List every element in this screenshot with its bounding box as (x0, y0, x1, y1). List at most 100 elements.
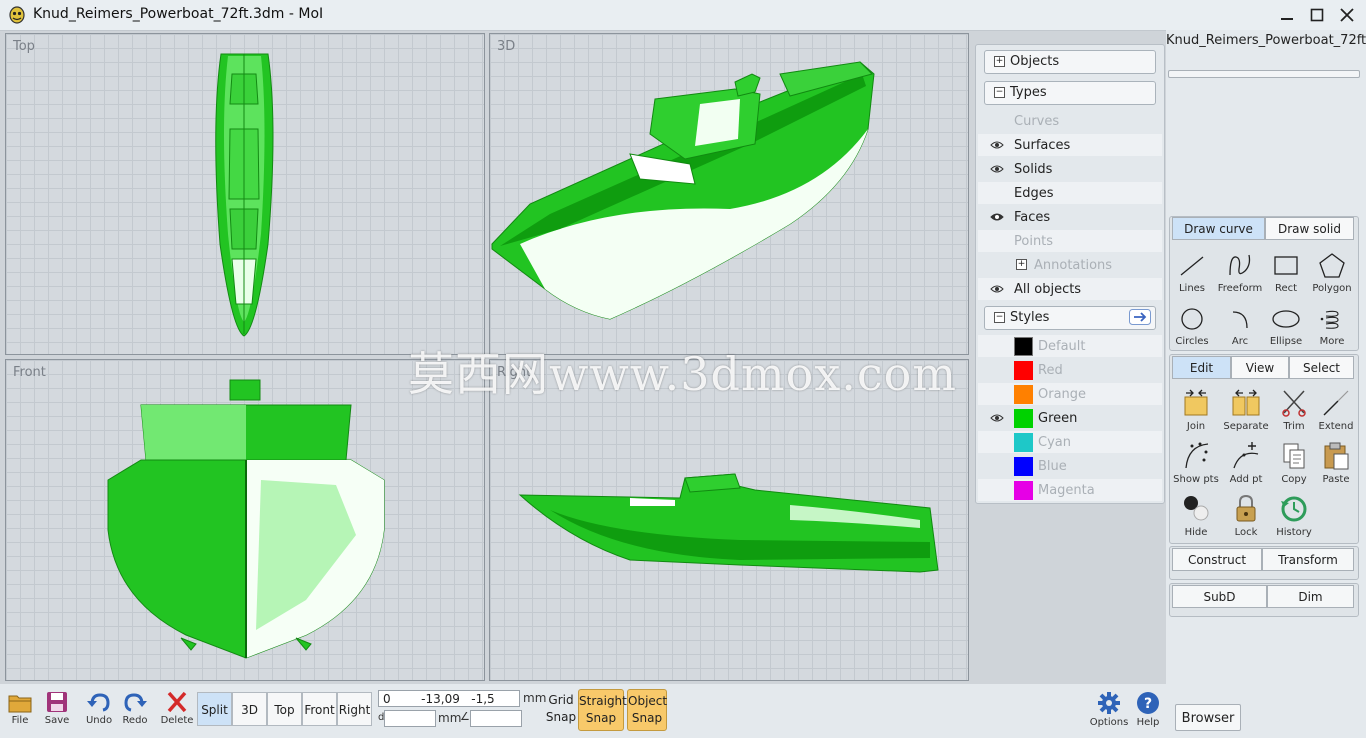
moi-app-icon (9, 6, 25, 24)
viewport-front[interactable]: Front (5, 359, 485, 681)
grid-snap-line2: Snap (545, 710, 577, 724)
trim-label: Trim (1283, 421, 1305, 432)
maximize-button[interactable] (1302, 3, 1332, 27)
extend-tool[interactable]: Extend (1312, 385, 1360, 435)
style-row-cyan[interactable]: Cyan (978, 431, 1162, 453)
tab-draw-curve[interactable]: Draw curve (1172, 217, 1265, 240)
styles-section-header[interactable]: − Styles (984, 306, 1156, 330)
tab-edit[interactable]: Edit (1172, 356, 1231, 379)
straight-snap-toggle[interactable]: Straight Snap (578, 689, 627, 731)
view-3d-button[interactable]: 3D (232, 692, 267, 726)
help-button[interactable]: ? Help (1130, 690, 1166, 736)
view-right-button[interactable]: Right (337, 692, 372, 726)
eye-icon[interactable] (990, 163, 1004, 175)
grid-snap-toggle[interactable]: Grid Snap (545, 692, 577, 726)
style-row-green[interactable]: Green (978, 407, 1162, 429)
rect-tool[interactable]: Rect (1262, 249, 1310, 299)
trim-tool[interactable]: Trim (1270, 385, 1318, 435)
undo-button[interactable]: Undo (79, 690, 119, 736)
tab-view[interactable]: View (1231, 356, 1289, 379)
close-button[interactable] (1332, 3, 1362, 27)
object-snap-toggle[interactable]: Object Snap (627, 689, 667, 731)
view-split-button[interactable]: Split (197, 692, 232, 726)
helix-icon (1320, 310, 1339, 329)
show-points-icon (1185, 442, 1209, 469)
style-row-blue[interactable]: Blue (978, 455, 1162, 477)
eye-icon[interactable] (990, 412, 1004, 424)
paste-tool[interactable]: Paste (1312, 438, 1360, 488)
type-row-edges[interactable]: Edges (978, 182, 1162, 204)
polygon-tool[interactable]: Polygon (1308, 249, 1356, 299)
types-section-header[interactable]: − Types (984, 81, 1156, 105)
style-row-default[interactable]: Default (978, 335, 1162, 357)
object-snap-line1: Object (628, 694, 668, 708)
redo-button[interactable]: Redo (115, 690, 155, 736)
lock-tool[interactable]: Lock (1222, 491, 1270, 541)
file-button[interactable]: File (0, 690, 40, 736)
eye-icon[interactable] (990, 211, 1004, 223)
scissors-icon (1282, 390, 1306, 417)
browser-button[interactable]: Browser (1175, 704, 1241, 731)
more-tool[interactable]: More (1308, 302, 1356, 352)
more-label: More (1319, 336, 1345, 347)
style-orange-label: Orange (1038, 387, 1087, 402)
style-swatch (1014, 457, 1033, 476)
angle-input[interactable] (470, 710, 522, 727)
distance-input[interactable] (384, 710, 436, 727)
circles-tool[interactable]: Circles (1168, 302, 1216, 352)
subd-button[interactable]: SubD (1172, 585, 1267, 608)
options-button[interactable]: Options (1088, 690, 1130, 736)
type-row-surfaces[interactable]: Surfaces (978, 134, 1162, 156)
minimize-button[interactable] (1272, 3, 1302, 27)
history-tool[interactable]: History (1270, 491, 1318, 541)
style-swatch (1014, 361, 1033, 380)
style-row-red[interactable]: Red (978, 359, 1162, 381)
type-row-points[interactable]: Points (978, 230, 1162, 252)
expand-icon[interactable]: + (1016, 259, 1027, 270)
type-row-annotations[interactable]: + Annotations (978, 254, 1162, 276)
add-pt-tool[interactable]: Add pt (1222, 438, 1270, 488)
style-red-label: Red (1038, 363, 1063, 378)
ellipse-tool[interactable]: Ellipse (1262, 302, 1310, 352)
viewport-3d[interactable]: 3D (489, 33, 969, 355)
lines-tool[interactable]: Lines (1168, 249, 1216, 299)
tab-draw-solid[interactable]: Draw solid (1265, 217, 1354, 240)
coordinate-input[interactable]: 0 -13,09 -1,5 (378, 690, 520, 707)
objects-section-header[interactable]: + Objects (984, 50, 1156, 74)
join-tool[interactable]: Join (1172, 385, 1220, 435)
arc-tool[interactable]: Arc (1216, 302, 1264, 352)
arrow-right-icon[interactable] (1129, 309, 1151, 325)
transform-button[interactable]: Transform (1262, 548, 1354, 571)
add-point-icon (1233, 442, 1259, 469)
edit-tabs: Edit View Select (1172, 356, 1354, 379)
construct-button[interactable]: Construct (1172, 548, 1262, 571)
view-top-button[interactable]: Top (267, 692, 302, 726)
separate-tool[interactable]: Separate (1222, 385, 1270, 435)
eye-icon[interactable] (990, 283, 1004, 295)
type-row-solids[interactable]: Solids (978, 158, 1162, 180)
viewport-top[interactable]: Top (5, 33, 485, 355)
arc-label: Arc (1231, 336, 1249, 347)
view-front-button[interactable]: Front (302, 692, 337, 726)
style-row-orange[interactable]: Orange (978, 383, 1162, 405)
draw-tabs: Draw curve Draw solid (1172, 217, 1354, 240)
type-row-curves[interactable]: Curves (978, 110, 1162, 132)
paste-icon (1324, 442, 1349, 470)
dim-button[interactable]: Dim (1267, 585, 1354, 608)
type-all-objects-label: All objects (1014, 282, 1082, 297)
save-button[interactable]: Save (37, 690, 77, 736)
lock-label: Lock (1234, 527, 1258, 538)
freeform-tool[interactable]: Freeform (1216, 249, 1264, 299)
hide-tool[interactable]: Hide (1172, 491, 1220, 541)
style-row-magenta[interactable]: Magenta (978, 479, 1162, 501)
type-row-faces[interactable]: Faces (978, 206, 1162, 228)
polygon-icon (1319, 253, 1345, 278)
tab-select[interactable]: Select (1289, 356, 1354, 379)
delete-button[interactable]: Delete (157, 690, 197, 736)
viewport-right[interactable]: Right (489, 359, 969, 681)
eye-icon[interactable] (990, 139, 1004, 151)
type-row-all-objects[interactable]: All objects (978, 278, 1162, 300)
show-pts-tool[interactable]: Show pts (1172, 438, 1220, 488)
copy-tool[interactable]: Copy (1270, 438, 1318, 488)
object-snap-line2: Snap (631, 711, 663, 725)
